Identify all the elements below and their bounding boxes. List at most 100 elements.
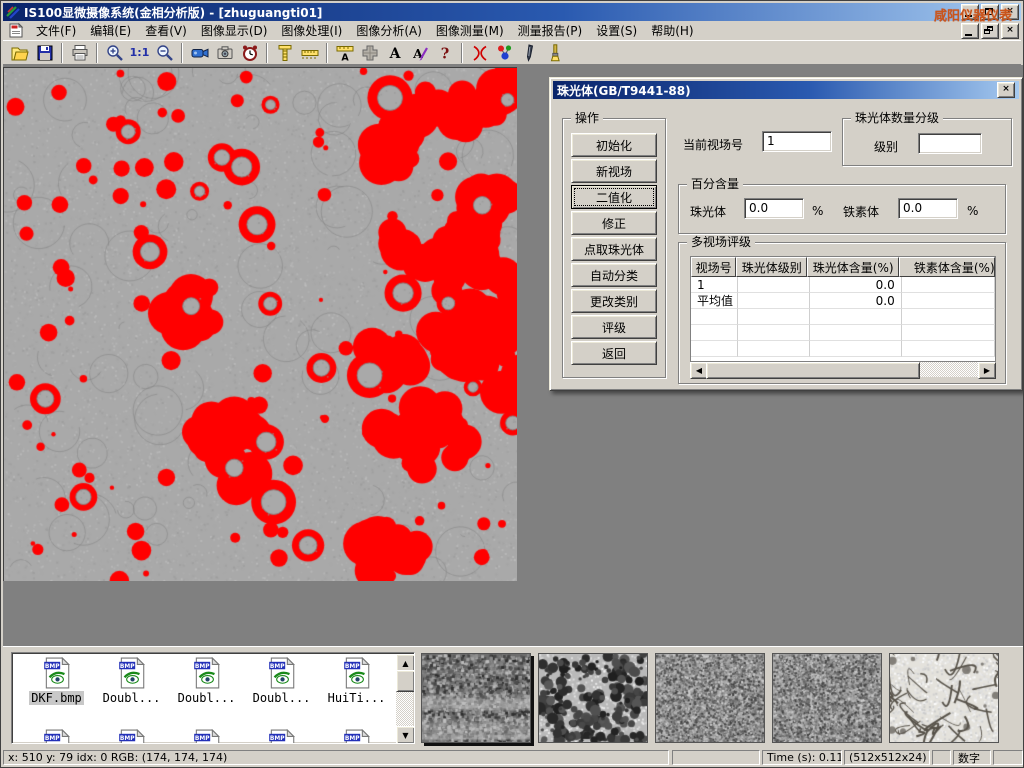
current-field-label: 当前视场号 bbox=[683, 136, 743, 153]
maximize-button[interactable] bbox=[981, 4, 999, 20]
video-camera-icon[interactable] bbox=[187, 42, 212, 64]
file-item[interactable]: BMP DKF.bmp bbox=[20, 657, 93, 705]
pearlite-input[interactable]: 0.0 bbox=[744, 198, 804, 219]
thumbnail-1[interactable] bbox=[421, 653, 531, 743]
col-header-ferrite[interactable]: 铁素体含量(%) bbox=[899, 257, 995, 277]
minimize-button[interactable] bbox=[961, 4, 979, 20]
grade-input[interactable] bbox=[918, 133, 982, 154]
toolbar-separator bbox=[61, 43, 63, 63]
auto-classify-button[interactable]: 自动分类 bbox=[571, 263, 657, 287]
save-icon[interactable] bbox=[32, 42, 57, 64]
close-button[interactable]: × bbox=[1001, 4, 1019, 20]
menu-view[interactable]: 查看(V) bbox=[138, 20, 194, 41]
dialog-close-icon[interactable]: × bbox=[997, 82, 1015, 98]
help-icon[interactable]: ? bbox=[432, 42, 457, 64]
file-item[interactable]: BMP bbox=[170, 729, 243, 744]
file-list-v-scrollbar[interactable]: ▲ ▼ bbox=[396, 654, 413, 742]
file-item[interactable]: BMP bbox=[245, 729, 318, 744]
curve-cut-icon[interactable] bbox=[467, 42, 492, 64]
return-button[interactable]: 返回 bbox=[571, 341, 657, 365]
window-title: IS100显微摄像系统(金相分析版) - [zhuguangti01] bbox=[24, 4, 322, 21]
specimen-image[interactable] bbox=[4, 68, 517, 581]
color-balls-icon[interactable] bbox=[492, 42, 517, 64]
svg-text:A: A bbox=[341, 52, 349, 63]
file-name[interactable]: HuiTi... bbox=[326, 691, 388, 705]
annotate-icon[interactable]: A bbox=[407, 42, 432, 64]
menu-help[interactable]: 帮助(H) bbox=[644, 20, 700, 41]
new-field-button[interactable]: 新视场 bbox=[571, 159, 657, 183]
correct-button[interactable]: 修正 bbox=[571, 211, 657, 235]
menu-file[interactable]: 文件(F) bbox=[29, 20, 83, 41]
caliper-icon[interactable] bbox=[272, 42, 297, 64]
scroll-right-icon[interactable]: ▶ bbox=[978, 362, 996, 379]
camera-icon[interactable] bbox=[212, 42, 237, 64]
open-icon[interactable] bbox=[7, 42, 32, 64]
menu-settings[interactable]: 设置(S) bbox=[589, 20, 644, 41]
actual-size-icon[interactable]: 1:1 bbox=[127, 42, 152, 64]
ferrite-input[interactable]: 0.0 bbox=[898, 198, 958, 219]
file-item[interactable]: BMP HuiTi... bbox=[320, 657, 393, 705]
col-header-pearlite[interactable]: 珠光体含量(%) bbox=[807, 257, 898, 277]
svg-text:BMP: BMP bbox=[269, 736, 284, 742]
toolbar-separator bbox=[461, 43, 463, 63]
bmp-file-icon: BMP bbox=[118, 657, 146, 689]
file-item[interactable]: BMP Doubl... bbox=[170, 657, 243, 705]
thumbnail-2[interactable] bbox=[538, 653, 648, 743]
child-minimize-button[interactable] bbox=[961, 23, 979, 39]
file-item[interactable]: BMP bbox=[20, 729, 93, 744]
col-header-grade[interactable]: 珠光体级别 bbox=[736, 257, 807, 277]
file-name[interactable]: Doubl... bbox=[101, 691, 163, 705]
rating-table[interactable]: 视场号 珠光体级别 珠光体含量(%) 铁素体含量(%) 1 0.0 平均值 0.… bbox=[690, 256, 996, 362]
table-row[interactable]: 1 0.0 bbox=[691, 277, 995, 293]
col-header-field[interactable]: 视场号 bbox=[691, 257, 736, 277]
menu-edit[interactable]: 编辑(E) bbox=[83, 20, 138, 41]
dialog-title-bar[interactable]: 珠光体(GB/T9441-88) × bbox=[553, 81, 1019, 99]
menu-image-analysis[interactable]: 图像分析(A) bbox=[349, 20, 429, 41]
menu-image-display[interactable]: 图像显示(D) bbox=[194, 20, 275, 41]
menu-image-processing[interactable]: 图像处理(I) bbox=[274, 20, 349, 41]
initialize-button[interactable]: 初始化 bbox=[571, 133, 657, 157]
table-row[interactable]: 平均值 0.0 bbox=[691, 293, 995, 309]
brush-icon[interactable] bbox=[542, 42, 567, 64]
file-item[interactable]: BMP Doubl... bbox=[95, 657, 168, 705]
ferrite-unit: % bbox=[967, 204, 978, 218]
scroll-thumb[interactable] bbox=[396, 670, 415, 692]
svg-text:?: ? bbox=[440, 45, 449, 62]
file-name[interactable]: Doubl... bbox=[251, 691, 313, 705]
bmp-file-icon: BMP bbox=[193, 729, 221, 744]
pen-icon[interactable] bbox=[517, 42, 542, 64]
child-restore-button[interactable] bbox=[981, 23, 999, 39]
scroll-thumb[interactable] bbox=[706, 362, 920, 379]
file-name[interactable]: DKF.bmp bbox=[29, 691, 84, 705]
svg-text:BMP: BMP bbox=[119, 736, 134, 742]
bmp-file-icon: BMP bbox=[268, 729, 296, 744]
file-name[interactable]: Doubl... bbox=[176, 691, 238, 705]
text-icon[interactable]: A bbox=[382, 42, 407, 64]
measure-scale-icon[interactable]: A bbox=[332, 42, 357, 64]
file-item[interactable]: BMP Doubl... bbox=[245, 657, 318, 705]
grid-cross-icon[interactable] bbox=[357, 42, 382, 64]
scroll-down-icon[interactable]: ▼ bbox=[396, 726, 415, 744]
thumbnail-4[interactable] bbox=[772, 653, 882, 743]
zoom-out-icon[interactable] bbox=[152, 42, 177, 64]
ruler-icon[interactable] bbox=[297, 42, 322, 64]
grade-button[interactable]: 评级 bbox=[571, 315, 657, 339]
table-h-scrollbar[interactable]: ◀ ▶ bbox=[690, 362, 994, 377]
pick-pearlite-button[interactable]: 点取珠光体 bbox=[571, 237, 657, 261]
file-item[interactable]: BMP bbox=[320, 729, 393, 744]
binarize-button[interactable]: 二值化 bbox=[571, 185, 657, 209]
status-empty-2 bbox=[932, 750, 951, 765]
status-image-size: (512x512x24) bbox=[844, 750, 930, 765]
child-close-button[interactable]: × bbox=[1001, 23, 1019, 39]
thumbnail-5[interactable] bbox=[889, 653, 999, 743]
clock-icon[interactable] bbox=[237, 42, 262, 64]
thumbnail-3[interactable] bbox=[655, 653, 765, 743]
print-icon[interactable] bbox=[67, 42, 92, 64]
change-class-button[interactable]: 更改类别 bbox=[571, 289, 657, 313]
current-field-input[interactable]: 1 bbox=[762, 131, 832, 152]
zoom-in-icon[interactable] bbox=[102, 42, 127, 64]
menu-image-measure[interactable]: 图像测量(M) bbox=[429, 20, 511, 41]
file-item[interactable]: BMP bbox=[95, 729, 168, 744]
grade-label: 级别 bbox=[874, 138, 898, 155]
menu-measure-report[interactable]: 测量报告(P) bbox=[511, 20, 590, 41]
